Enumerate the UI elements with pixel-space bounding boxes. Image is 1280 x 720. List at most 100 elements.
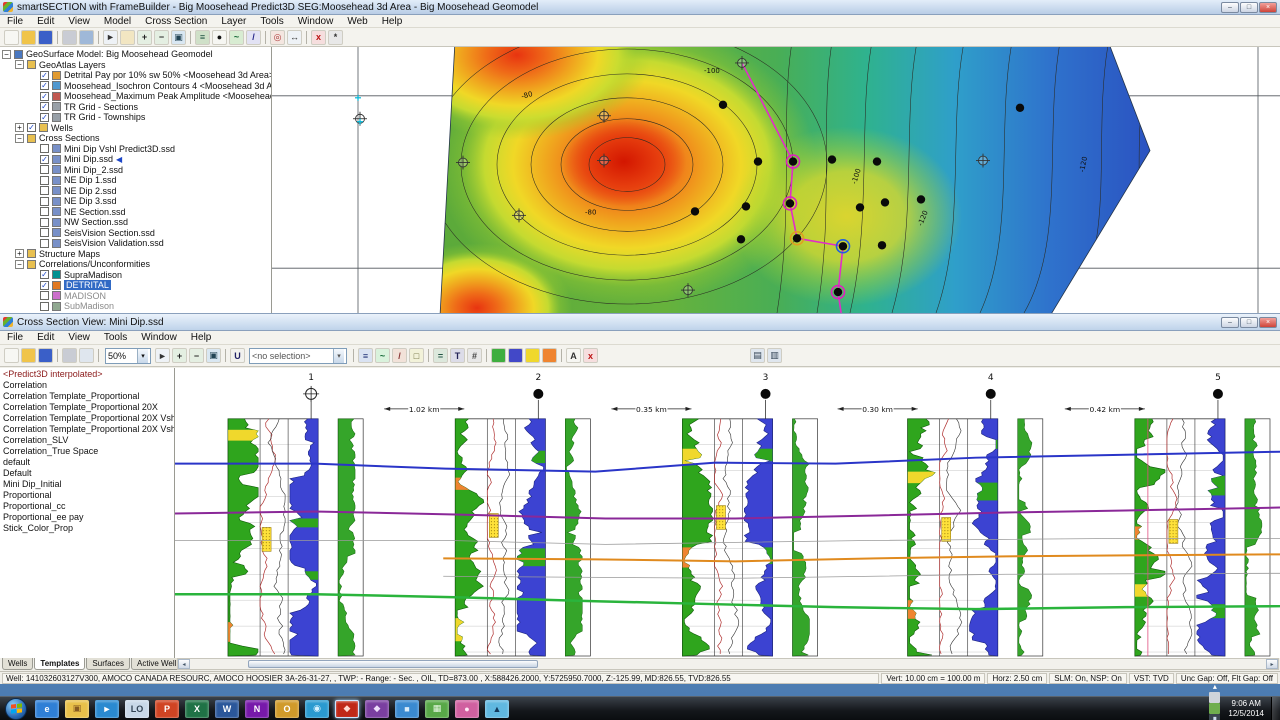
tray-app-1-icon[interactable]: [1209, 692, 1221, 703]
template-list-item[interactable]: Correlation_SLV: [0, 435, 174, 446]
taskbar-photo-viewer-icon[interactable]: ●: [455, 699, 479, 718]
tree-item[interactable]: − GeoSurface Model: Big Moosehead Geomode…: [0, 49, 271, 60]
close-button[interactable]: ×: [1259, 1, 1277, 13]
menu-window[interactable]: Window: [291, 15, 341, 27]
map-well[interactable]: [736, 235, 746, 244]
well-symbol-location[interactable]: [303, 385, 320, 402]
wells-icon[interactable]: ●: [212, 29, 227, 45]
template-list-item[interactable]: Default: [0, 468, 174, 479]
pan-icon[interactable]: [120, 29, 135, 45]
settings-icon[interactable]: *: [328, 29, 343, 45]
zoom-in-icon[interactable]: +: [137, 29, 152, 45]
tree-expander[interactable]: −: [15, 60, 24, 70]
tree-checkbox[interactable]: ✓: [40, 91, 49, 101]
tray-network-icon[interactable]: ▮: [1209, 714, 1221, 720]
taskbar-windows-explorer-icon[interactable]: ▣: [65, 699, 89, 718]
map-well[interactable]: [880, 198, 890, 207]
tree-item[interactable]: MADISON: [0, 291, 271, 302]
map-well[interactable]: [916, 195, 926, 204]
map-well[interactable]: [785, 199, 795, 208]
open-folder-icon[interactable]: [21, 29, 36, 45]
zoom-window-icon[interactable]: ▣: [206, 348, 221, 363]
taskbar-geographix-icon[interactable]: ◆: [335, 699, 359, 718]
tree-item[interactable]: + Structure Maps: [0, 249, 271, 260]
well-symbol-dot[interactable]: [760, 388, 771, 399]
template-list-item[interactable]: Proportional_cc: [0, 501, 174, 512]
tree-item[interactable]: ✓ DETRITAL: [0, 280, 271, 291]
tree-item[interactable]: + ✓ Wells: [0, 123, 271, 134]
zoom-select[interactable]: 50% ▾: [105, 347, 151, 364]
template-list-item[interactable]: <Predict3D interpolated>: [0, 369, 174, 380]
map-well[interactable]: [753, 157, 763, 166]
menu-edit[interactable]: Edit: [30, 331, 61, 344]
erase-pick-icon[interactable]: □: [409, 348, 424, 363]
template-list-item[interactable]: Proportional_ee pay: [0, 512, 174, 523]
selection-select[interactable]: <no selection> ▾: [249, 347, 347, 364]
tray-app-2-icon[interactable]: [1209, 703, 1221, 714]
taskbar-app-blue-icon[interactable]: ■: [395, 699, 419, 718]
well-symbol-dot[interactable]: [1212, 388, 1223, 399]
main-titlebar[interactable]: smartSECTION with FrameBuilder - Big Moo…: [0, 0, 1280, 15]
zoom-out-icon[interactable]: −: [189, 348, 204, 363]
delete-icon[interactable]: x: [311, 29, 326, 45]
scroll-left-arrow-icon[interactable]: ◂: [178, 659, 190, 669]
cross-section-view[interactable]: 1 2 3 4 5 1.02 km 0.35 km 0.30 km 0.42 km: [175, 368, 1280, 658]
tree-item[interactable]: ✓ TR Grid - Sections: [0, 102, 271, 113]
taskbar-outlook-icon[interactable]: O: [275, 699, 299, 718]
tree-item[interactable]: ✓ SupraMadison: [0, 270, 271, 281]
scroll-right-arrow-icon[interactable]: ▸: [1266, 659, 1278, 669]
template-list-item[interactable]: default: [0, 457, 174, 468]
tree-item[interactable]: NE Dip 1.ssd: [0, 175, 271, 186]
menu-web[interactable]: Web: [340, 15, 374, 27]
panel-toggle-left-icon[interactable]: ▤: [750, 348, 765, 363]
map-well[interactable]: [855, 203, 865, 212]
tree-item[interactable]: Mini Dip_2.ssd: [0, 165, 271, 176]
template-list-item[interactable]: Correlation Template_Proportional 20X: [0, 402, 174, 413]
menu-model[interactable]: Model: [97, 15, 138, 27]
tree-checkbox[interactable]: ✓: [40, 102, 49, 112]
tree-item[interactable]: NW Section.ssd: [0, 217, 271, 228]
tree-item[interactable]: SeisVision Section.ssd: [0, 228, 271, 239]
map-well[interactable]: [827, 155, 837, 164]
save-section-icon[interactable]: [38, 348, 53, 363]
taskbar-clock[interactable]: 9:06 AM 12/5/2014: [1228, 699, 1264, 719]
taskbar-media-player-icon[interactable]: ►: [95, 699, 119, 718]
taskbar-office-icon[interactable]: LO: [125, 699, 149, 718]
tree-item[interactable]: SeisVision Validation.ssd: [0, 238, 271, 249]
print-icon[interactable]: [62, 29, 77, 45]
tree-checkbox[interactable]: [40, 238, 49, 248]
layers-icon[interactable]: ≡: [195, 29, 210, 45]
new-section-icon[interactable]: [4, 348, 19, 363]
tree-checkbox[interactable]: [40, 207, 49, 217]
menu-window[interactable]: Window: [134, 331, 184, 344]
zoom-in-icon[interactable]: +: [172, 348, 187, 363]
tab-templates[interactable]: Templates: [34, 658, 86, 670]
tree-expander[interactable]: −: [2, 49, 11, 59]
menu-help[interactable]: Help: [184, 331, 219, 344]
map-well[interactable]: [877, 241, 887, 250]
tree-checkbox[interactable]: [40, 301, 49, 311]
start-button[interactable]: [5, 697, 27, 720]
tree-item[interactable]: − Cross Sections: [0, 133, 271, 144]
taskbar-excel-icon[interactable]: X: [185, 699, 209, 718]
zoom-extent-icon[interactable]: ▣: [171, 29, 186, 45]
zoom-out-icon[interactable]: −: [154, 29, 169, 45]
map-well[interactable]: [872, 157, 882, 166]
taskbar-onenote-icon[interactable]: N: [245, 699, 269, 718]
structure-map-canvas[interactable]: -80-80-100-100-120-120: [272, 47, 1280, 313]
tree-item[interactable]: ✓ TR Grid - Townships: [0, 112, 271, 123]
tree-item[interactable]: Mini Dip Vshl Predict3D.ssd: [0, 144, 271, 155]
map-well[interactable]: [833, 287, 843, 297]
print-icon[interactable]: [62, 348, 77, 363]
track-config-button[interactable]: U: [230, 348, 245, 363]
tree-item[interactable]: NE Section.ssd: [0, 207, 271, 218]
map-well[interactable]: [690, 207, 700, 216]
scrollbar-thumb[interactable]: [248, 660, 538, 668]
map-well[interactable]: [788, 157, 798, 166]
tree-expander[interactable]: −: [15, 133, 24, 143]
section-titlebar[interactable]: Cross Section View: Mini Dip.ssd – □ ×: [0, 314, 1280, 331]
tab-active-well[interactable]: Active Well: [130, 658, 183, 670]
grid-toggle-icon[interactable]: #: [467, 348, 482, 363]
menu-layer[interactable]: Layer: [214, 15, 253, 27]
tree-item[interactable]: NE Dip 3.ssd: [0, 196, 271, 207]
